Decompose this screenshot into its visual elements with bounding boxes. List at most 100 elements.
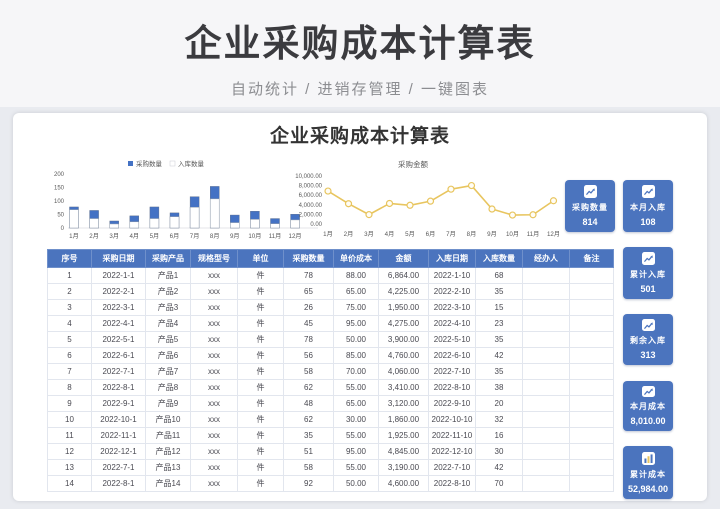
cell-r7-c1[interactable]: 7	[47, 363, 92, 380]
cell-r13-c4[interactable]: xxx	[190, 459, 238, 476]
cell-r6-c12[interactable]	[569, 347, 614, 364]
cell-r11-c10[interactable]: 16	[475, 427, 523, 444]
cell-r9-c8[interactable]: 3,120.00	[378, 395, 429, 412]
cell-r12-c12[interactable]	[569, 443, 614, 460]
cell-r10-c4[interactable]: xxx	[190, 411, 238, 428]
cell-r8-c5[interactable]: 件	[237, 379, 284, 396]
cell-r10-c7[interactable]: 30.00	[333, 411, 379, 428]
cell-r12-c2[interactable]: 2022-12-1	[91, 443, 146, 460]
cell-r4-c1[interactable]: 4	[47, 315, 92, 332]
cell-r8-c8[interactable]: 3,410.00	[378, 379, 429, 396]
cell-r12-c11[interactable]	[522, 443, 570, 460]
cell-r3-c7[interactable]: 75.00	[333, 299, 379, 316]
cell-r2-c8[interactable]: 4,225.00	[378, 283, 429, 300]
cell-r1-c10[interactable]: 68	[475, 267, 523, 284]
cell-r3-c4[interactable]: xxx	[190, 299, 238, 316]
cell-r5-c6[interactable]: 78	[283, 331, 334, 348]
cell-r7-c7[interactable]: 70.00	[333, 363, 379, 380]
cell-r9-c1[interactable]: 9	[47, 395, 92, 412]
cell-r12-c6[interactable]: 51	[283, 443, 334, 460]
cell-r5-c11[interactable]	[522, 331, 570, 348]
cell-r8-c4[interactable]: xxx	[190, 379, 238, 396]
cell-r6-c3[interactable]: 产品6	[145, 347, 191, 364]
cell-r11-c5[interactable]: 件	[237, 427, 284, 444]
cell-r14-c1[interactable]: 14	[47, 475, 92, 492]
cell-r9-c12[interactable]	[569, 395, 614, 412]
cell-r14-c5[interactable]: 件	[237, 475, 284, 492]
cell-r7-c5[interactable]: 件	[237, 363, 284, 380]
cell-r14-c7[interactable]: 50.00	[333, 475, 379, 492]
cell-r11-c12[interactable]	[569, 427, 614, 444]
cell-r3-c12[interactable]	[569, 299, 614, 316]
cell-r1-c2[interactable]: 2022-1-1	[91, 267, 146, 284]
cell-r13-c7[interactable]: 55.00	[333, 459, 379, 476]
cell-r7-c12[interactable]	[569, 363, 614, 380]
cell-r8-c9[interactable]: 2022-8-10	[428, 379, 476, 396]
cell-r2-c2[interactable]: 2022-2-1	[91, 283, 146, 300]
cell-r3-c3[interactable]: 产品3	[145, 299, 191, 316]
cell-r8-c11[interactable]	[522, 379, 570, 396]
cell-r13-c3[interactable]: 产品13	[145, 459, 191, 476]
cell-r2-c12[interactable]	[569, 283, 614, 300]
cell-r3-c10[interactable]: 15	[475, 299, 523, 316]
cell-r10-c3[interactable]: 产品10	[145, 411, 191, 428]
cell-r5-c7[interactable]: 50.00	[333, 331, 379, 348]
cell-r1-c4[interactable]: xxx	[190, 267, 238, 284]
cell-r11-c1[interactable]: 11	[47, 427, 92, 444]
cell-r9-c5[interactable]: 件	[237, 395, 284, 412]
cell-r14-c8[interactable]: 4,600.00	[378, 475, 429, 492]
cell-r5-c9[interactable]: 2022-5-10	[428, 331, 476, 348]
cell-r7-c9[interactable]: 2022-7-10	[428, 363, 476, 380]
cell-r5-c1[interactable]: 5	[47, 331, 92, 348]
cell-r6-c1[interactable]: 6	[47, 347, 92, 364]
cell-r3-c5[interactable]: 件	[237, 299, 284, 316]
cell-r1-c5[interactable]: 件	[237, 267, 284, 284]
cell-r10-c2[interactable]: 2022-10-1	[91, 411, 146, 428]
cell-r4-c10[interactable]: 23	[475, 315, 523, 332]
cell-r9-c4[interactable]: xxx	[190, 395, 238, 412]
cell-r14-c4[interactable]: xxx	[190, 475, 238, 492]
cell-r14-c3[interactable]: 产品14	[145, 475, 191, 492]
cell-r12-c5[interactable]: 件	[237, 443, 284, 460]
cell-r10-c8[interactable]: 1,860.00	[378, 411, 429, 428]
cell-r7-c2[interactable]: 2022-7-1	[91, 363, 146, 380]
cell-r9-c6[interactable]: 48	[283, 395, 334, 412]
cell-r10-c10[interactable]: 32	[475, 411, 523, 428]
cell-r8-c2[interactable]: 2022-8-1	[91, 379, 146, 396]
cell-r12-c3[interactable]: 产品12	[145, 443, 191, 460]
cell-r3-c6[interactable]: 26	[283, 299, 334, 316]
cell-r1-c3[interactable]: 产品1	[145, 267, 191, 284]
cell-r7-c8[interactable]: 4,060.00	[378, 363, 429, 380]
cell-r13-c8[interactable]: 3,190.00	[378, 459, 429, 476]
cell-r14-c2[interactable]: 2022-8-1	[91, 475, 146, 492]
cell-r7-c10[interactable]: 35	[475, 363, 523, 380]
cell-r1-c9[interactable]: 2022-1-10	[428, 267, 476, 284]
cell-r2-c11[interactable]	[522, 283, 570, 300]
cell-r13-c5[interactable]: 件	[237, 459, 284, 476]
cell-r14-c11[interactable]	[522, 475, 570, 492]
cell-r13-c10[interactable]: 42	[475, 459, 523, 476]
cell-r10-c12[interactable]	[569, 411, 614, 428]
cell-r4-c11[interactable]	[522, 315, 570, 332]
cell-r13-c1[interactable]: 13	[47, 459, 92, 476]
cell-r8-c6[interactable]: 62	[283, 379, 334, 396]
cell-r11-c4[interactable]: xxx	[190, 427, 238, 444]
cell-r4-c5[interactable]: 件	[237, 315, 284, 332]
cell-r2-c5[interactable]: 件	[237, 283, 284, 300]
cell-r14-c12[interactable]	[569, 475, 614, 492]
cell-r12-c8[interactable]: 4,845.00	[378, 443, 429, 460]
cell-r8-c3[interactable]: 产品8	[145, 379, 191, 396]
cell-r5-c5[interactable]: 件	[237, 331, 284, 348]
cell-r6-c7[interactable]: 85.00	[333, 347, 379, 364]
cell-r10-c9[interactable]: 2022-10-10	[428, 411, 476, 428]
cell-r8-c7[interactable]: 55.00	[333, 379, 379, 396]
cell-r2-c1[interactable]: 2	[47, 283, 92, 300]
cell-r5-c4[interactable]: xxx	[190, 331, 238, 348]
cell-r6-c6[interactable]: 56	[283, 347, 334, 364]
cell-r13-c2[interactable]: 2022-7-1	[91, 459, 146, 476]
cell-r9-c11[interactable]	[522, 395, 570, 412]
cell-r9-c3[interactable]: 产品9	[145, 395, 191, 412]
cell-r11-c6[interactable]: 35	[283, 427, 334, 444]
cell-r4-c9[interactable]: 2022-4-10	[428, 315, 476, 332]
cell-r7-c3[interactable]: 产品7	[145, 363, 191, 380]
